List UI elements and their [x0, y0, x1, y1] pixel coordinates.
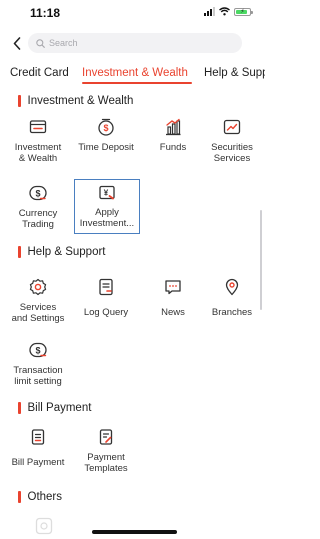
svg-text:$: $: [35, 346, 40, 356]
bar-chart-icon: [166, 118, 181, 136]
search-icon: [36, 38, 45, 48]
item-funds[interactable]: Funds: [140, 117, 206, 153]
item-apply-investment[interactable]: ¥ Apply Investment...: [74, 179, 140, 234]
clock-dollar-icon: $: [98, 118, 114, 136]
item-branches[interactable]: Branches: [199, 277, 265, 318]
section-title-investment: Investment & Wealth: [18, 95, 133, 107]
section-accent-bar: [18, 402, 21, 414]
tab-investment-wealth[interactable]: Investment & Wealth: [82, 67, 188, 79]
trend-line-icon: [223, 119, 241, 135]
limit-coin-icon: $: [29, 342, 47, 358]
chevron-left-icon: [13, 36, 21, 50]
search-input[interactable]: Search: [28, 33, 242, 53]
status-time: 11:18: [30, 6, 61, 20]
section-accent-bar: [18, 95, 21, 107]
item-news[interactable]: News: [140, 277, 206, 318]
template-icon: [99, 429, 113, 445]
category-tabs: Credit Card Investment & Wealth Help & S…: [0, 63, 265, 85]
section-title-bill: Bill Payment: [18, 402, 91, 414]
status-bar: 11:18 ⚡: [0, 0, 265, 26]
item-investment-wealth[interactable]: Investment & Wealth: [5, 117, 71, 164]
active-tab-indicator: [82, 82, 192, 84]
item-transaction-limit[interactable]: $ Transaction limit setting: [5, 340, 71, 387]
svg-text:¥: ¥: [104, 189, 109, 198]
chat-icon: [165, 280, 181, 295]
signal-icon: [204, 7, 215, 16]
search-row: Search: [0, 32, 265, 54]
section-accent-bar: [18, 491, 21, 503]
wallet-icon: [29, 120, 47, 134]
tab-credit-card[interactable]: Credit Card: [10, 67, 69, 79]
currency-exchange-icon: $: [29, 185, 47, 201]
item-log-query[interactable]: Log Query: [73, 277, 139, 318]
item-currency-trading[interactable]: $ Currency Trading: [5, 183, 71, 230]
item-bill-payment[interactable]: Bill Payment: [5, 427, 71, 468]
location-pin-icon: [225, 278, 239, 296]
item-payment-templates[interactable]: Payment Templates: [73, 427, 139, 474]
wifi-icon: [219, 7, 230, 16]
search-placeholder: Search: [49, 38, 78, 48]
bill-icon: [31, 429, 45, 445]
section-accent-bar: [18, 246, 21, 258]
section-title-others: Others: [18, 491, 62, 503]
item-securities-services[interactable]: Securities Services: [199, 117, 265, 164]
document-icon: [99, 278, 113, 296]
svg-text:$: $: [103, 123, 108, 133]
scrollbar[interactable]: [260, 210, 262, 310]
yen-card-icon: ¥: [99, 185, 115, 200]
battery-icon: ⚡: [234, 7, 253, 16]
back-button[interactable]: [9, 34, 25, 52]
item-services-settings[interactable]: Services and Settings: [5, 277, 71, 324]
others-item-icon[interactable]: [34, 516, 54, 536]
tab-help-support[interactable]: Help & Supp: [204, 67, 265, 79]
gear-icon: [29, 278, 47, 296]
home-indicator[interactable]: [92, 530, 177, 534]
status-icons: ⚡: [204, 7, 253, 16]
svg-text:$: $: [35, 189, 40, 199]
section-title-help: Help & Support: [18, 246, 106, 258]
item-time-deposit[interactable]: $ Time Deposit: [73, 117, 139, 153]
